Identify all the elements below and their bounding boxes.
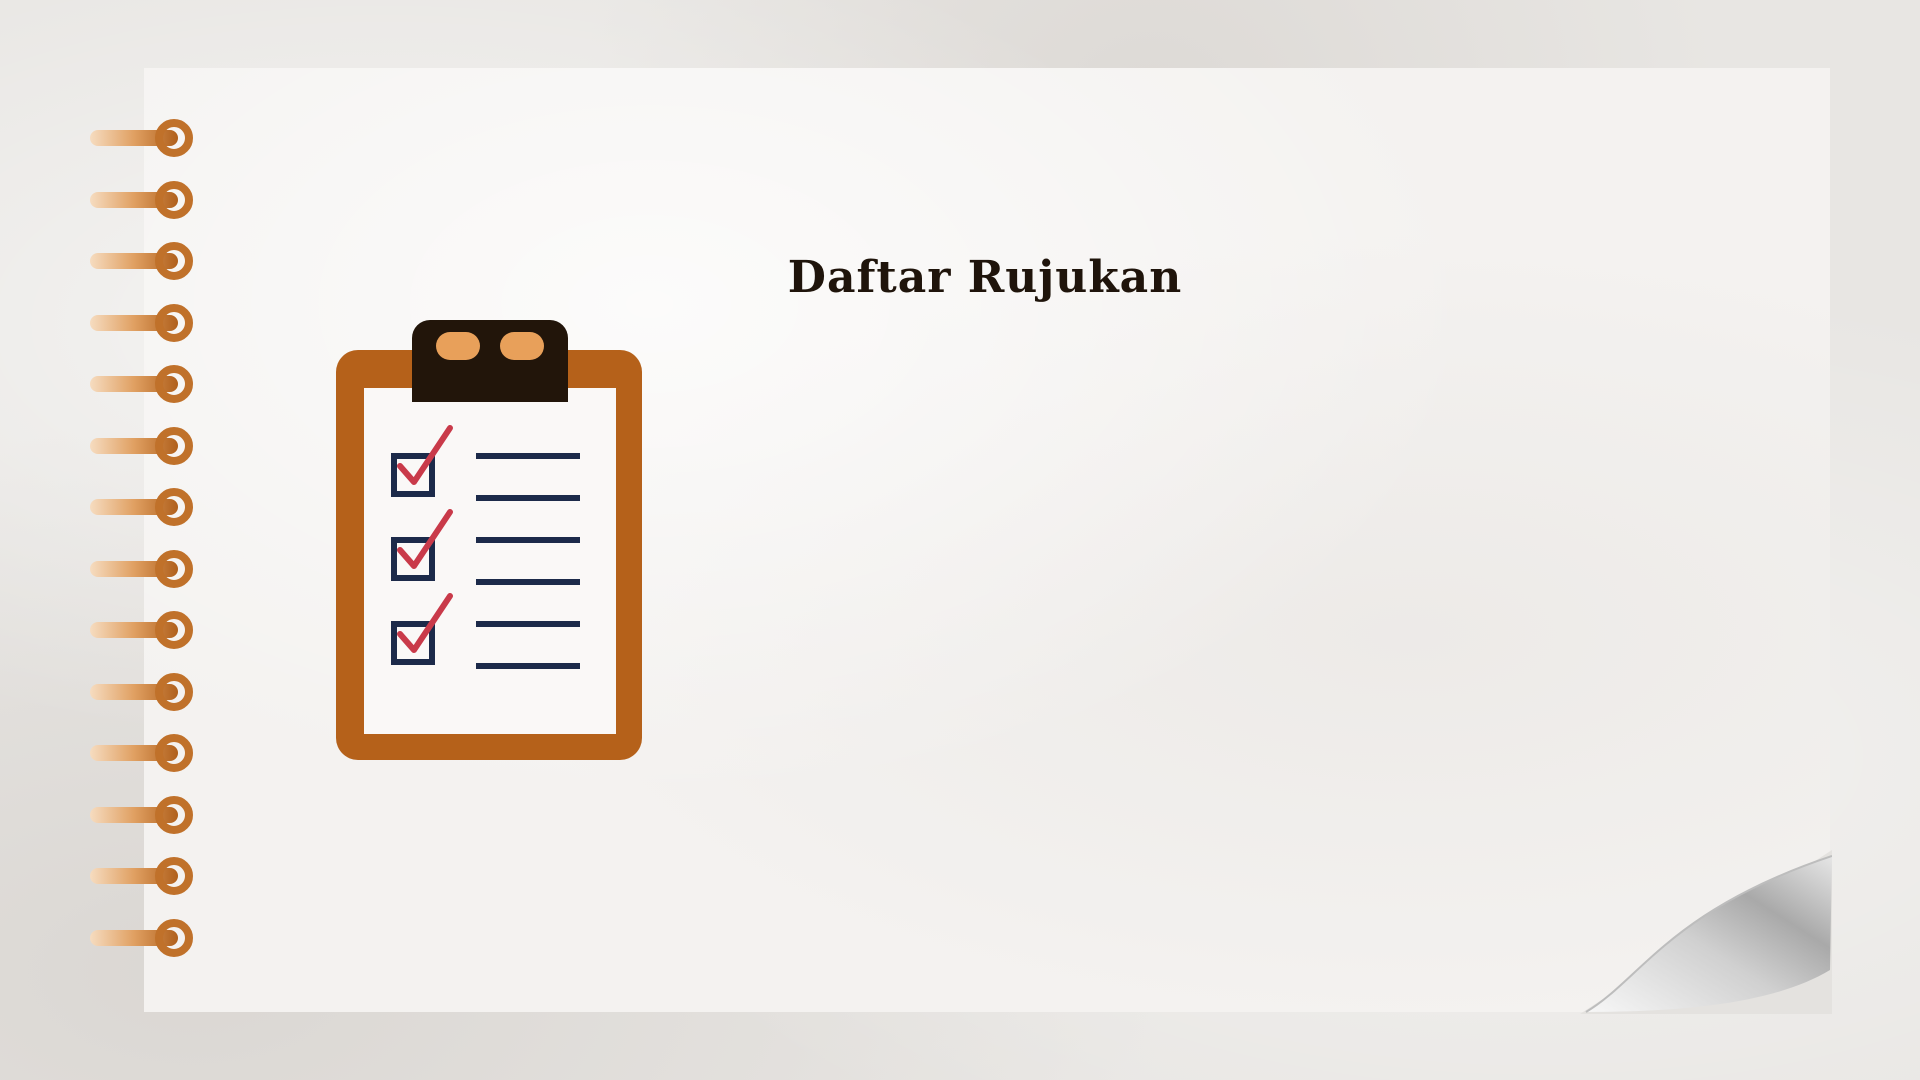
spiral-binding xyxy=(88,118,198,968)
spiral-ring xyxy=(90,918,193,957)
clipboard-sheet xyxy=(364,388,616,734)
spiral-ring xyxy=(90,426,193,465)
spiral-ring xyxy=(90,795,193,834)
spiral-ring xyxy=(90,180,193,219)
clip-accent-right xyxy=(500,332,544,360)
page-title: Daftar Rujukan xyxy=(787,252,1183,303)
page-curl-icon xyxy=(1580,850,1832,1014)
clipboard-checklist-icon xyxy=(336,320,642,760)
spiral-ring xyxy=(90,549,193,588)
clip-accent-left xyxy=(436,332,480,360)
spiral-ring xyxy=(90,857,193,895)
spiral-ring xyxy=(90,303,193,342)
spiral-ring xyxy=(90,734,193,772)
spiral-ring xyxy=(90,611,193,649)
spiral-ring xyxy=(90,672,193,711)
spiral-ring xyxy=(90,488,193,526)
spiral-ring xyxy=(90,242,193,280)
spiral-ring xyxy=(90,365,193,403)
spiral-ring xyxy=(90,119,193,157)
